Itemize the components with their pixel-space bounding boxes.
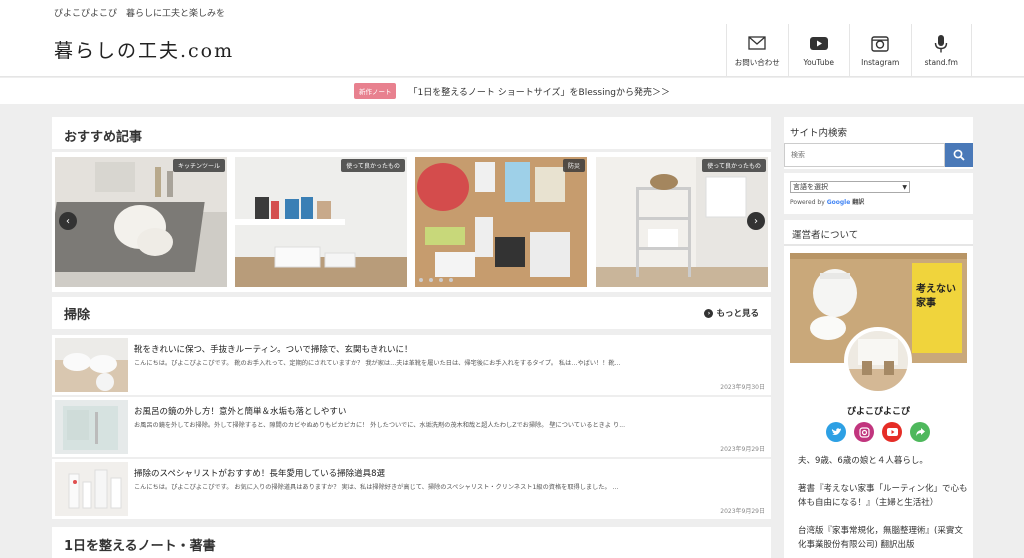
slide-image (596, 157, 768, 287)
carousel-slide[interactable]: 使って良かったもの (596, 157, 768, 287)
nav-label: stand.fm (924, 57, 958, 67)
notebook-header: 1日を整えるノート・著書 (52, 527, 771, 558)
carousel-dot[interactable] (429, 278, 433, 282)
chevron-down-icon: ▼ (902, 183, 907, 191)
slide-tag: 使って良かったもの (702, 159, 766, 172)
article-excerpt: こんにちは。ぴよこぴよこぴです。 靴のお手入れって、定期的にされていますか？ 我… (134, 360, 621, 367)
youtube-link[interactable] (882, 422, 902, 442)
avatar (844, 327, 912, 395)
translate-link[interactable]: 翻訳 (852, 199, 864, 206)
more-label: もっと見る (716, 309, 759, 319)
sidebar-title: サイト内検索 (790, 128, 848, 139)
site-header: ぴよこぴよこぴ 暮らしに工夫と楽しみを 暮らしの工夫.com お問い合わせ Yo… (0, 0, 1024, 77)
language-select-value: 言語を選択 (793, 183, 828, 191)
social-links (826, 422, 930, 442)
nav-label: お問い合わせ (734, 57, 780, 67)
profile-name: ぴよこぴよこぴ (846, 407, 910, 417)
notice-link[interactable]: 「1日を整えるノート ショートサイズ」をBlessingから発売＞＞ (408, 85, 670, 98)
carousel-dot[interactable] (419, 278, 423, 282)
instagram-link[interactable] (854, 422, 874, 442)
carousel-slide[interactable]: 防災 (415, 157, 587, 287)
book-title-text: 考えない家事 (916, 284, 956, 309)
section-title: 1日を整えるノート・著書 (64, 539, 216, 554)
carousel-slide[interactable]: キッチンツール (55, 157, 227, 287)
chevron-right-icon: › (754, 215, 758, 227)
carousel-slide[interactable]: 使って良かったもの (235, 157, 407, 287)
site-logo[interactable]: 暮らしの工夫.com (54, 36, 234, 63)
microphone-icon (931, 34, 951, 54)
article-excerpt: お風呂の鏡を外してお掃除。外して掃除すると、隙間のカビやぬめりもピカピカに！ 外… (134, 422, 626, 429)
search-input[interactable] (784, 143, 945, 167)
recommended-carousel: キッチンツール 使って良かったもの 防災 使って良かったもの ‹ › (52, 152, 771, 292)
search-icon (953, 149, 965, 161)
youtube-icon (886, 428, 898, 436)
article-item[interactable]: お風呂の鏡の外し方！意外と簡単＆水垢も落としやすい お風呂の鏡を外してお掃除。外… (52, 397, 771, 457)
instagram-icon (870, 34, 890, 54)
language-select[interactable]: 言語を選択 ▼ (790, 181, 910, 193)
sidebar-title: 運営者について (792, 230, 859, 241)
slide-image (55, 157, 227, 287)
profile-bio-book: 著書『考えない家事「ルーティン化」で心も体も自由になる！』（主婦と生活社） (798, 484, 968, 508)
site-tagline: ぴよこぴよこぴ 暮らしに工夫と楽しみを (54, 9, 226, 19)
nav-label: Instagram (861, 57, 900, 67)
slide-image (235, 157, 407, 287)
recommended-header: おすすめ記事 (52, 117, 771, 149)
share-icon (915, 428, 925, 436)
article-date: 2023年9月30日 (720, 384, 765, 391)
article-thumbnail (55, 462, 128, 516)
nav-label: YouTube (803, 57, 835, 67)
article-title[interactable]: お風呂の鏡の外し方！意外と簡単＆水垢も落としやすい (134, 405, 346, 417)
instagram-icon (858, 426, 870, 438)
share-link[interactable] (910, 422, 930, 442)
article-item[interactable]: 靴をきれいに保つ、手抜きルーティン。ついで掃除で、玄関もきれいに！ こんにちは。… (52, 335, 771, 395)
article-thumbnail (55, 338, 128, 392)
twitter-icon (831, 428, 841, 435)
slide-tag: キッチンツール (172, 159, 225, 172)
new-badge: 新作ノート (353, 83, 397, 99)
powered-by: Powered by Google 翻訳 (790, 197, 967, 206)
header-nav: お問い合わせ YouTube Instagram stand.fm (726, 24, 972, 76)
carousel-prev-button[interactable]: ‹ (59, 212, 77, 230)
article-excerpt: こんにちは。ぴよこぴよこぴです。 お気に入りの掃除道具はありますか？ 実は、私は… (134, 484, 619, 491)
sidebar-translate: 言語を選択 ▼ Powered by Google 翻訳 (784, 173, 973, 214)
youtube-icon (809, 34, 829, 54)
notice-bar[interactable]: 新作ノート 「1日を整えるノート ショートサイズ」をBlessingから発売＞＞ (0, 78, 1024, 104)
nav-standfm[interactable]: stand.fm (910, 24, 972, 76)
search-button[interactable] (945, 143, 973, 167)
section-title: おすすめ記事 (64, 130, 143, 145)
slide-tag: 使って良かったもの (341, 159, 405, 172)
carousel-dot[interactable] (439, 278, 443, 282)
article-date: 2023年9月29日 (720, 508, 765, 515)
carousel-dots (419, 278, 453, 282)
article-title[interactable]: 靴をきれいに保つ、手抜きルーティン。ついで掃除で、玄関もきれいに！ (134, 343, 413, 355)
article-item[interactable]: 掃除のスペシャリストがおすすめ！長年愛用している掃除道具8選 こんにちは。ぴよこ… (52, 459, 771, 519)
article-title[interactable]: 掃除のスペシャリストがおすすめ！長年愛用している掃除道具8選 (134, 467, 385, 479)
slide-image (415, 157, 587, 287)
about-header: 運営者について (784, 220, 973, 246)
article-thumbnail (55, 400, 128, 454)
section-title: 掃除 (64, 307, 91, 323)
google-logo: Google (826, 199, 851, 206)
chevron-right-icon: › (704, 308, 714, 318)
cleaning-header: 掃除 › もっと見る (52, 297, 771, 329)
twitter-link[interactable] (826, 422, 846, 442)
nav-youtube[interactable]: YouTube (787, 24, 850, 76)
more-link[interactable]: › もっと見る (704, 307, 759, 319)
sidebar-about: 運営者について 考えない家事 ぴよこぴよこぴ 夫、9歳、6歳の娘と４人暮らし。 … (784, 220, 973, 558)
powered-prefix: Powered by (790, 199, 825, 206)
nav-contact[interactable]: お問い合わせ (726, 24, 788, 76)
sidebar-search: サイト内検索 (784, 117, 973, 169)
nav-instagram[interactable]: Instagram (849, 24, 911, 76)
carousel-dot[interactable] (449, 278, 453, 282)
slide-tag: 防災 (562, 159, 585, 172)
article-date: 2023年9月29日 (720, 446, 765, 453)
chevron-left-icon: ‹ (66, 215, 70, 227)
mail-icon (747, 33, 767, 53)
carousel-next-button[interactable]: › (747, 212, 765, 230)
search-form (784, 143, 973, 167)
profile-bio-translation: 台湾版『家事常規化，無腦整理術』(采實文化事業股份有限公司) 翻訳出版 (798, 526, 963, 550)
profile-bio-family: 夫、9歳、6歳の娘と４人暮らし。 (798, 456, 928, 466)
